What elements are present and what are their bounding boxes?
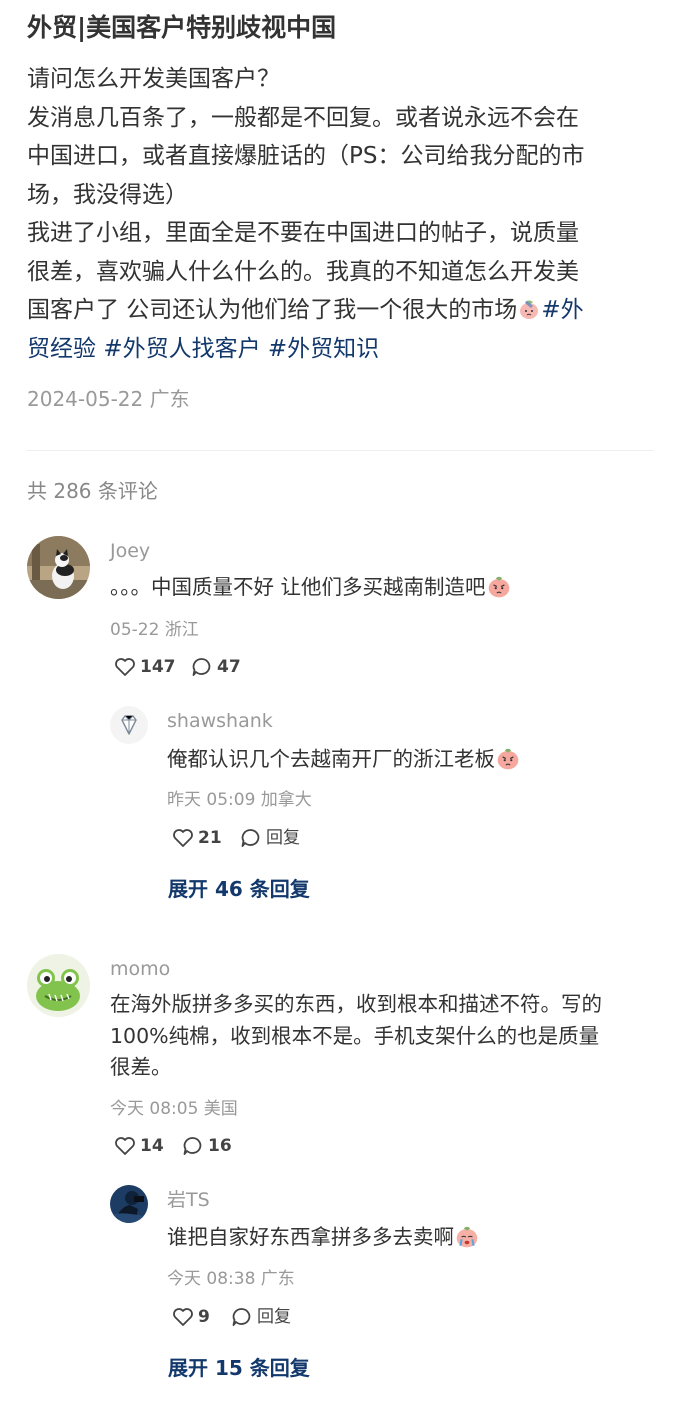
comment-bubble-icon [183, 1137, 202, 1155]
expand-replies-link[interactable]: 展开 46 条回复 [168, 874, 310, 904]
post-body-line-7: 国客户了 公司还认为他们给了我一个很大的市场 #外 [27, 291, 652, 330]
comment-text-content: 。。。中国质量不好 让他们多买越南制造吧 [110, 575, 486, 599]
comment-text-line: 在海外版拼多多买的东西，收到根本和描述不符。写的 [110, 992, 602, 1016]
pouting-peach-emoji [497, 748, 519, 770]
reply-username[interactable]: 岩TS [167, 1187, 210, 1213]
reply-text-content: 俺都认识几个去越南开厂的浙江老板 [167, 747, 495, 771]
comment-username[interactable]: momo [110, 956, 170, 982]
hashtag-link[interactable]: #外贸人找客户 [103, 336, 260, 362]
like-button[interactable]: 14 [114, 1133, 164, 1159]
post-body-line: 发消息几百条了，一般都是不回复。或者说永远不会在 [27, 104, 579, 131]
like-count: 9 [198, 1307, 210, 1327]
sweating-peach-emoji [520, 300, 539, 319]
heart-icon [115, 1137, 135, 1155]
post-meta: 2024-05-22 广东 [27, 387, 190, 411]
comment-text-line: 很差。 [110, 1055, 172, 1079]
post-body: 请问怎么开发美国客户？ 发消息几百条了，一般都是不回复。或者说永远不会在 中国进… [27, 60, 652, 368]
reply-count: 47 [217, 657, 241, 677]
like-count: 14 [140, 1136, 164, 1156]
frog-cartoon-avatar[interactable] [27, 954, 90, 1017]
comment-meta: 今天 08:05 美国 [110, 1099, 238, 1119]
post-body-line: 中国进口，或者直接爆脏话的（PS：公司给我分配的市 [27, 143, 585, 169]
comment-text: 在海外版拼多多买的东西，收到根本和描述不符。写的 100%纯棉，收到根本不是。手… [110, 989, 655, 1084]
like-count: 21 [198, 828, 222, 848]
post-body-text: 国客户了 公司还认为他们给了我一个很大的市场 [27, 297, 518, 323]
comment-text-line: 100%纯棉，收到根本不是。手机支架什么的也是质量 [110, 1023, 600, 1048]
reply-text: 谁把自家好东西拿拼多多去卖啊 [167, 1222, 647, 1254]
like-button[interactable]: 9 [172, 1304, 210, 1330]
like-count: 147 [140, 657, 176, 677]
reply-count-button[interactable]: 47 [191, 654, 241, 680]
hashtag-link[interactable]: #外贸知识 [268, 336, 379, 362]
reply-text: 俺都认识几个去越南开厂的浙江老板 [167, 744, 647, 776]
expand-replies-link[interactable]: 展开 15 条回复 [168, 1353, 310, 1383]
cat-photo-avatar[interactable] [27, 536, 90, 599]
post-title: 外贸|美国客户特别歧视中国 [27, 13, 337, 42]
hashtag-link[interactable]: 贸经验 [27, 336, 96, 362]
reply-count-button[interactable]: 16 [182, 1133, 232, 1159]
comment-username[interactable]: Joey [110, 538, 150, 564]
post-body-line: 请问怎么开发美国客户？ [27, 66, 280, 92]
like-button[interactable]: 21 [172, 825, 222, 851]
comment-meta: 05-22 浙江 [110, 620, 199, 640]
reply-text-content: 谁把自家好东西拿拼多多去卖啊 [167, 1225, 454, 1249]
heart-icon [173, 829, 193, 847]
diamond-avatar[interactable] [110, 706, 148, 744]
hashtag-link[interactable]: #外 [541, 297, 583, 323]
reply-label: 回复 [266, 828, 300, 848]
reply-meta: 昨天 05:09 加拿大 [167, 790, 312, 810]
comment-count: 共 286 条评论 [27, 479, 158, 503]
divider [27, 450, 653, 451]
post-body-line: 场，我没得选） [27, 181, 188, 208]
comment-bubble-icon [192, 658, 211, 676]
reply-username[interactable]: shawshank [167, 708, 273, 734]
reply-button[interactable]: 回复 [240, 825, 300, 851]
pouting-peach-emoji [488, 576, 509, 598]
comment-bubble-icon [241, 829, 260, 847]
reply-label: 回复 [257, 1307, 291, 1327]
post-body-line: 我进了小组，里面全是不要在中国进口的帖子，说质量 [27, 220, 579, 246]
like-button[interactable]: 147 [114, 654, 176, 680]
comment-bubble-icon [232, 1308, 251, 1326]
comment-text: 。。。中国质量不好 让他们多买越南制造吧 [110, 572, 650, 604]
photographer-avatar[interactable] [110, 1185, 148, 1223]
heart-icon [173, 1308, 193, 1326]
post-body-line: 很差，喜欢骗人什么什么的。我真的不知道怎么开发美 [27, 258, 579, 285]
crying-peach-emoji [456, 1226, 478, 1248]
reply-meta: 今天 08:38 广东 [167, 1269, 295, 1289]
post-body-line-8: 贸经验 #外贸人找客户 #外贸知识 [27, 330, 652, 369]
reply-count: 16 [208, 1136, 232, 1156]
heart-icon [115, 658, 135, 676]
reply-button[interactable]: 回复 [231, 1304, 291, 1330]
